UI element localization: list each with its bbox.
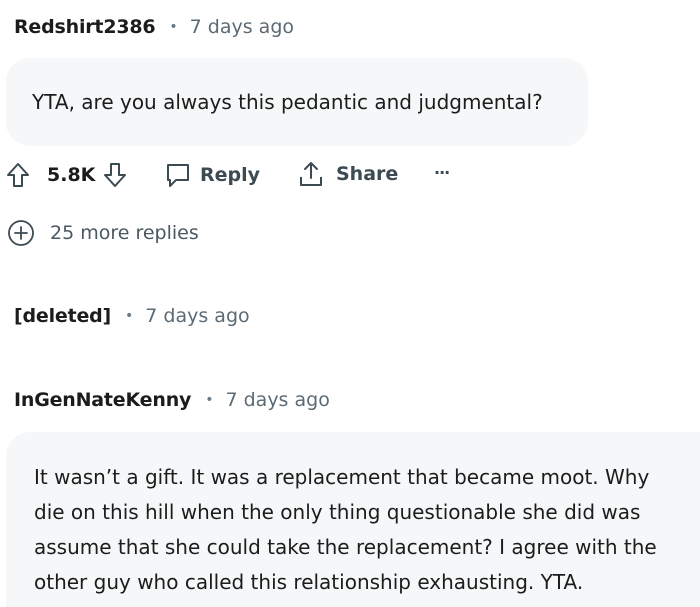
comment-text: YTA, are you always this pedantic and ju… xyxy=(32,90,543,114)
comment-text-line: die on this hill when the only thing que… xyxy=(34,500,641,524)
comment-author[interactable]: InGenNateKenny xyxy=(14,389,191,411)
comment-meta: Redshirt2386 • 7 days ago xyxy=(14,16,294,38)
comment-timestamp[interactable]: 7 days ago xyxy=(225,389,329,411)
reply-icon xyxy=(164,161,192,189)
share-button[interactable]: Share xyxy=(297,160,398,188)
expand-replies-button[interactable]: 25 more replies xyxy=(6,218,199,248)
reply-label: Reply xyxy=(200,164,261,186)
comment-body: It wasn’t a gift. It was a replacement t… xyxy=(6,432,700,607)
comment-author: [deleted] xyxy=(14,305,112,327)
meta-separator: • xyxy=(205,392,214,408)
downvote-icon xyxy=(103,162,127,188)
reply-button[interactable]: Reply xyxy=(164,161,260,189)
comment-actions: 5.8K Reply Share ··· xyxy=(0,154,470,196)
meta-separator: • xyxy=(125,308,134,324)
vote-score: 5.8K xyxy=(47,164,96,186)
meta-separator: • xyxy=(169,19,178,35)
more-replies-label: 25 more replies xyxy=(50,222,199,244)
more-options-icon: ··· xyxy=(434,163,450,182)
more-options-button[interactable]: ··· xyxy=(434,163,450,182)
upvote-icon xyxy=(6,162,30,188)
upvote-button[interactable] xyxy=(6,162,30,188)
share-icon xyxy=(297,160,325,188)
comment-meta: [deleted] • 7 days ago xyxy=(14,305,250,327)
comment-text-line: assume that she could take the replaceme… xyxy=(34,535,657,559)
comment-body: YTA, are you always this pedantic and ju… xyxy=(6,58,588,146)
expand-replies-icon xyxy=(6,218,36,248)
comment-meta: InGenNateKenny • 7 days ago xyxy=(14,389,330,411)
comment-text-line: other guy who called this relationship e… xyxy=(34,570,584,594)
comment-text-line: It wasn’t a gift. It was a replacement t… xyxy=(34,465,650,489)
comment-text: It wasn’t a gift. It was a replacement t… xyxy=(34,460,657,600)
comment-timestamp[interactable]: 7 days ago xyxy=(145,305,249,327)
comment-timestamp[interactable]: 7 days ago xyxy=(190,16,294,38)
share-label: Share xyxy=(336,163,399,185)
comment-author[interactable]: Redshirt2386 xyxy=(14,16,156,38)
downvote-button[interactable] xyxy=(103,162,127,188)
